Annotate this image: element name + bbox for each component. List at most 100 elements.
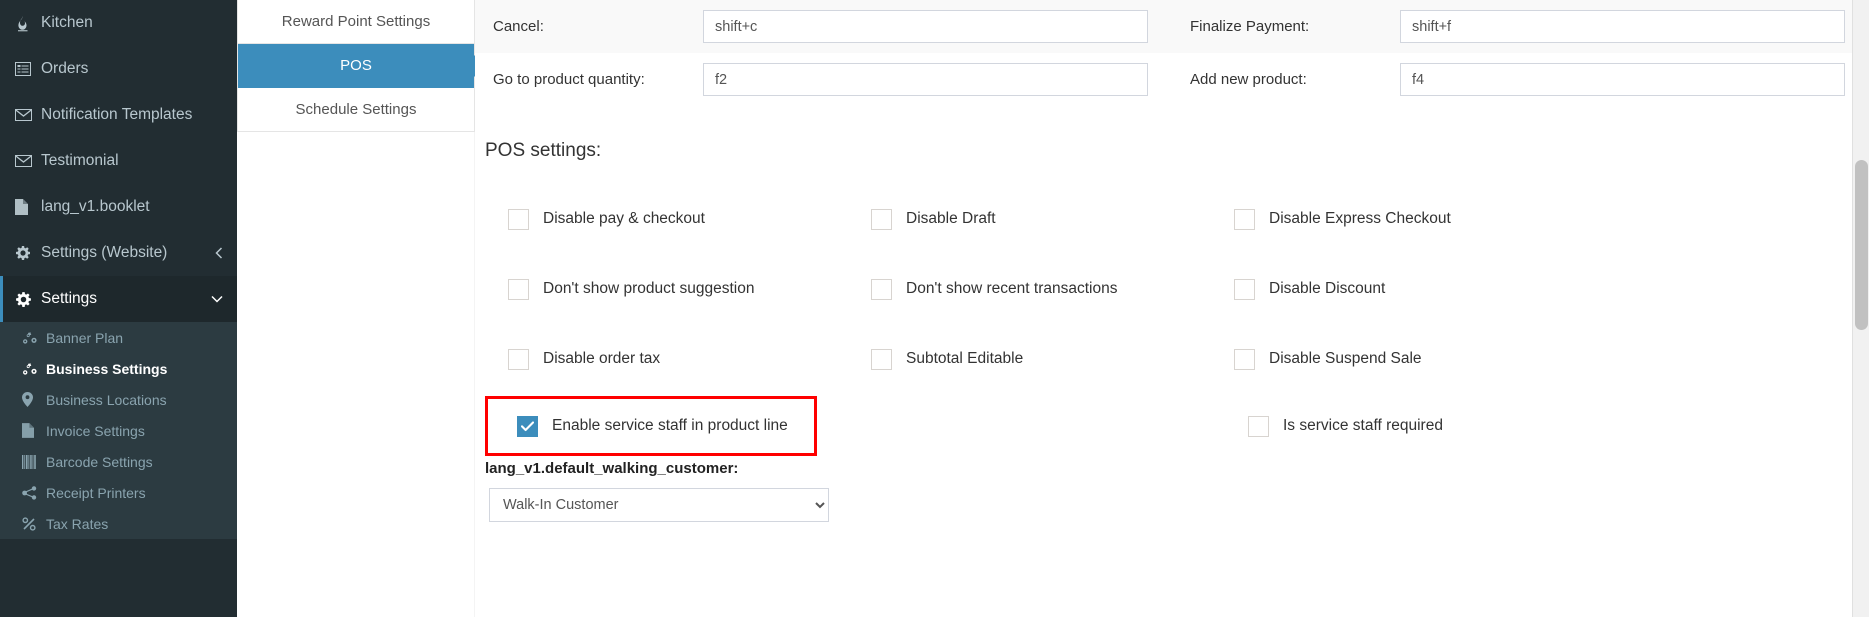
checkbox-dont-show-product-suggestion[interactable]: [508, 278, 529, 300]
default-walking-customer-select-wrap: Walk-In Customer: [485, 488, 1869, 522]
sidebar-item-label: Tax Rates: [46, 515, 109, 532]
cogs-icon: [22, 362, 46, 376]
sidebar-item-settings-website[interactable]: Settings (Website): [0, 230, 237, 276]
sidebar-item-kitchen[interactable]: Kitchen: [0, 0, 237, 46]
checkbox-label: Is service staff required: [1283, 417, 1443, 434]
sidebar-item-label: Settings (Website): [41, 244, 168, 261]
default-walking-customer-select[interactable]: Walk-In Customer: [489, 488, 829, 522]
sidebar-item-banner-plan[interactable]: Banner Plan: [0, 322, 237, 353]
checkbox-item-disable-draft[interactable]: Disable Draft: [848, 208, 1211, 230]
chevron-left-icon: [215, 247, 223, 259]
checkbox-label: Disable pay & checkout: [543, 210, 705, 227]
check-icon: [521, 420, 534, 431]
pos-settings-checkbox-grid: Disable pay & checkout Disable Draft Dis…: [475, 162, 1869, 458]
sidebar-item-label: Business Settings: [46, 360, 168, 377]
list-alt-icon: [15, 62, 41, 76]
checkbox-item-disable-discount[interactable]: Disable Discount: [1211, 278, 1574, 300]
cogs-icon: [22, 331, 46, 345]
checkbox-is-service-staff-required[interactable]: [1248, 415, 1269, 437]
cancel-shortcut-input[interactable]: [703, 10, 1148, 43]
pos-settings-heading: POS settings:: [485, 140, 602, 161]
shortcut-input-wrap: [1400, 10, 1845, 43]
sidebar-item-label: Banner Plan: [46, 329, 124, 346]
settings-tab-list: Reward Point Settings POS Schedule Setti…: [237, 0, 485, 132]
checkbox-label: Don't show product suggestion: [543, 280, 755, 297]
checkbox-label: Disable order tax: [543, 350, 661, 367]
checkbox-item-disable-order-tax[interactable]: Disable order tax: [485, 348, 848, 370]
checkbox-label: Enable service staff in product line: [552, 417, 788, 434]
finalize-payment-shortcut-input[interactable]: [1400, 10, 1845, 43]
tab-pos[interactable]: POS: [238, 44, 485, 88]
fire-icon: [15, 14, 41, 32]
sidebar-item-orders[interactable]: Orders: [0, 46, 237, 92]
sidebar-item-receipt-printers[interactable]: Receipt Printers: [0, 477, 237, 508]
default-walking-customer-group: lang_v1.default_walking_customer: Walk-I…: [475, 458, 1869, 522]
shortcut-label: Add new product:: [1190, 71, 1307, 88]
tab-schedule-settings[interactable]: Schedule Settings: [238, 88, 474, 132]
checkbox-row-highlighted: Enable service staff in product line Is …: [485, 394, 1869, 458]
sidebar-item-label: Settings: [41, 290, 98, 307]
shortcuts-right-column: Finalize Payment: Add new product:: [1172, 0, 1869, 106]
page-scrollbar-thumb[interactable]: [1855, 160, 1868, 330]
checkbox-enable-service-staff-in-product-line[interactable]: [517, 415, 538, 437]
primary-sidebar: Kitchen Orders Notification Templates Te…: [0, 0, 237, 617]
checkbox-row: Disable pay & checkout Disable Draft Dis…: [485, 184, 1869, 254]
sidebar-item-label: Kitchen: [41, 14, 93, 31]
shortcut-label: Go to product quantity:: [493, 71, 645, 88]
chevron-down-icon: [211, 295, 223, 303]
page-scrollbar-track[interactable]: [1852, 0, 1869, 617]
sidebar-item-label: Notification Templates: [41, 106, 193, 123]
sidebar-item-label: Barcode Settings: [46, 453, 153, 470]
checkbox-dont-show-recent-transactions[interactable]: [871, 278, 892, 300]
checkbox-disable-pay-checkout[interactable]: [508, 208, 529, 230]
sidebar-item-label: lang_v1.booklet: [41, 198, 150, 215]
shortcut-row-cancel: Cancel:: [475, 0, 1172, 53]
map-marker-icon: [22, 392, 46, 407]
shortcut-row-go-to-product-quantity: Go to product quantity:: [475, 53, 1172, 106]
barcode-icon: [22, 454, 46, 469]
sidebar-item-tax-rates[interactable]: Tax Rates: [0, 508, 237, 539]
checkbox-label: Subtotal Editable: [906, 350, 1024, 367]
checkbox-item-disable-suspend-sale[interactable]: Disable Suspend Sale: [1211, 348, 1574, 370]
envelope-icon: [15, 109, 41, 121]
checkbox-item-disable-express-checkout[interactable]: Disable Express Checkout: [1211, 208, 1574, 230]
sidebar-item-barcode-settings[interactable]: Barcode Settings: [0, 446, 237, 477]
checkbox-item-subtotal-editable[interactable]: Subtotal Editable: [848, 348, 1211, 370]
sidebar-item-notification-templates[interactable]: Notification Templates: [0, 92, 237, 138]
gear-icon: [15, 245, 41, 261]
tab-label: Schedule Settings: [295, 101, 417, 118]
sidebar-item-label: Orders: [41, 60, 89, 77]
sidebar-item-label: Receipt Printers: [46, 484, 146, 501]
checkbox-item-is-service-staff-required[interactable]: Is service staff required: [1225, 415, 1588, 437]
shortcut-input-wrap: [703, 63, 1148, 96]
checkbox-subtotal-editable[interactable]: [871, 348, 892, 370]
checkbox-label: Disable Discount: [1269, 280, 1386, 297]
checkbox-item-dont-show-recent-transactions[interactable]: Don't show recent transactions: [848, 278, 1211, 300]
keyboard-shortcuts-grid: Cancel: Go to product quantity: Finalize…: [475, 0, 1869, 106]
checkbox-item-dont-show-product-suggestion[interactable]: Don't show product suggestion: [485, 278, 848, 300]
main-content: Cancel: Go to product quantity: Finalize…: [475, 0, 1869, 617]
checkbox-disable-draft[interactable]: [871, 208, 892, 230]
tab-reward-point-settings[interactable]: Reward Point Settings: [238, 0, 474, 44]
checkbox-disable-order-tax[interactable]: [508, 348, 529, 370]
sidebar-item-invoice-settings[interactable]: Invoice Settings: [0, 415, 237, 446]
checkbox-disable-discount[interactable]: [1234, 278, 1255, 300]
shortcut-row-finalize-payment: Finalize Payment:: [1172, 0, 1869, 53]
add-new-product-shortcut-input[interactable]: [1400, 63, 1845, 96]
checkbox-disable-suspend-sale[interactable]: [1234, 348, 1255, 370]
sidebar-item-business-locations[interactable]: Business Locations: [0, 384, 237, 415]
checkbox-disable-express-checkout[interactable]: [1234, 208, 1255, 230]
go-to-product-quantity-shortcut-input[interactable]: [703, 63, 1148, 96]
sidebar-item-settings[interactable]: Settings: [0, 276, 237, 322]
file-icon: [15, 199, 41, 215]
tab-label: POS: [340, 57, 372, 74]
sidebar-item-business-settings[interactable]: Business Settings: [0, 353, 237, 384]
sidebar-item-lang-v1-booklet[interactable]: lang_v1.booklet: [0, 184, 237, 230]
default-walking-customer-label: lang_v1.default_walking_customer:: [485, 460, 739, 477]
sidebar-item-testimonial[interactable]: Testimonial: [0, 138, 237, 184]
shortcut-input-wrap: [703, 10, 1148, 43]
checkbox-label: Disable Express Checkout: [1269, 210, 1451, 227]
settings-subnav: Banner Plan Business Settings Business L…: [0, 322, 237, 539]
checkbox-item-disable-pay-checkout[interactable]: Disable pay & checkout: [485, 208, 848, 230]
checkbox-label: Disable Suspend Sale: [1269, 350, 1422, 367]
